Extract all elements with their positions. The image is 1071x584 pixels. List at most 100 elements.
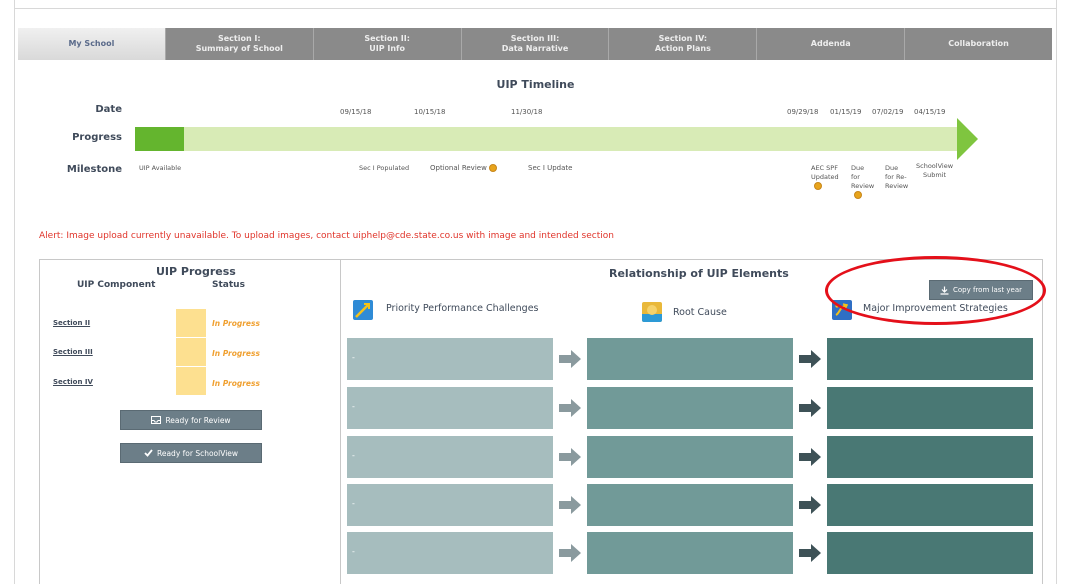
root-cause-cell[interactable] — [587, 338, 793, 380]
status-dot-icon — [854, 191, 862, 199]
progress-track — [135, 127, 957, 151]
tab-section-2[interactable]: Section II: UIP Info — [313, 28, 462, 60]
priority-challenges-icon — [353, 300, 373, 320]
tab-collaboration[interactable]: Collaboration — [905, 28, 1053, 60]
arrow-right-icon — [799, 496, 821, 514]
arrow-right-icon — [559, 496, 581, 514]
timeline-title: UIP Timeline — [496, 78, 575, 91]
timeline-date: 09/29/18 — [787, 108, 819, 116]
arrow-right-icon — [799, 544, 821, 562]
uip-progress-title: UIP Progress — [156, 265, 236, 278]
milestone-line: Updated — [811, 173, 839, 181]
arrow-right-icon — [799, 448, 821, 466]
milestone-line: for Re- — [885, 173, 907, 181]
progress-arrow-head — [957, 118, 978, 160]
milestone-schoolview: SchoolView Submit — [916, 162, 953, 180]
section-tabs: My School Section I: Summary of School Se… — [18, 28, 1053, 60]
relationship-panel: Relationship of UIP Elements Copy from l… — [340, 259, 1043, 584]
tab-section-3[interactable]: Section III: Data Narrative — [461, 28, 610, 60]
arrow-right-icon — [559, 350, 581, 368]
strategy-cell[interactable] — [827, 436, 1033, 478]
ready-for-review-button[interactable]: Ready for Review — [120, 410, 262, 430]
challenge-cell[interactable]: - — [347, 532, 553, 574]
ready-for-schoolview-button[interactable]: Ready for SchoolView — [120, 443, 262, 463]
status-indicator — [176, 309, 206, 337]
milestone-line: SchoolView — [916, 162, 954, 170]
section-4-link[interactable]: Section IV — [53, 378, 93, 386]
arrow-right-icon — [559, 399, 581, 417]
status-indicator — [176, 338, 206, 366]
milestone-line: Due — [885, 164, 899, 172]
section-2-link[interactable]: Section II — [53, 319, 90, 327]
tab-addenda[interactable]: Addenda — [757, 28, 906, 60]
strategy-cell[interactable] — [827, 532, 1033, 574]
major-strategies-header: Major Improvement Strategies — [863, 303, 1008, 314]
milestone-optional-review: Optional Review — [430, 164, 498, 173]
tab-section-4[interactable]: Section IV: Action Plans — [609, 28, 758, 60]
milestone-line: Review — [885, 182, 909, 190]
status-dot-icon — [489, 164, 498, 172]
milestone-due-rereview: Due for Re- Review — [885, 164, 908, 191]
tab-label: Addenda — [810, 39, 851, 48]
progress-fill — [135, 127, 185, 151]
strategy-cell[interactable] — [827, 387, 1033, 429]
date-row-label: Date — [95, 104, 122, 115]
milestone-line: for — [851, 173, 860, 181]
root-cause-cell[interactable] — [587, 387, 793, 429]
uip-progress-panel: UIP Progress UIP Component Status Sectio… — [39, 259, 341, 584]
priority-challenges-header: Priority Performance Challenges — [386, 303, 539, 314]
timeline-date: 01/15/19 — [830, 108, 862, 116]
timeline-date: 09/15/18 — [340, 108, 372, 116]
major-strategies-icon — [832, 300, 852, 320]
status-dot-icon — [814, 182, 822, 190]
tab-my-school[interactable]: My School — [18, 28, 166, 60]
tab-label: Section II: — [364, 34, 410, 43]
strategy-cell[interactable] — [827, 484, 1033, 526]
strategy-cell[interactable] — [827, 338, 1033, 380]
timeline-date: 10/15/18 — [414, 108, 446, 116]
root-cause-cell[interactable] — [587, 436, 793, 478]
button-label: Ready for SchoolView — [156, 448, 239, 458]
section-3-link[interactable]: Section III — [53, 348, 93, 356]
challenge-cell[interactable]: - — [347, 436, 553, 478]
milestone-due-review: Due for Review — [851, 164, 874, 200]
root-cause-cell[interactable] — [587, 484, 793, 526]
tab-sublabel: Data Narrative — [501, 44, 569, 53]
tab-section-1[interactable]: Section I: Summary of School — [165, 28, 314, 60]
inbox-icon — [151, 416, 162, 424]
check-icon — [144, 449, 153, 457]
button-label: Copy from last year — [953, 286, 1022, 294]
root-cause-cell[interactable] — [587, 532, 793, 574]
status-header: Status — [212, 280, 245, 290]
uip-component-header: UIP Component — [77, 280, 156, 290]
arrow-right-icon — [799, 399, 821, 417]
milestone-sec1-populated: Sec I Populated — [359, 164, 410, 172]
arrow-right-icon — [559, 448, 581, 466]
tab-sublabel: Action Plans — [654, 44, 711, 53]
tab-label: Section III: — [510, 34, 560, 43]
section-3-status: In Progress — [212, 349, 260, 358]
timeline-date: 11/30/18 — [511, 108, 543, 116]
tab-label: My School — [68, 39, 115, 48]
challenge-cell[interactable]: - — [347, 484, 553, 526]
relationship-title: Relationship of UIP Elements — [609, 267, 789, 280]
arrow-right-icon — [559, 544, 581, 562]
status-indicator — [176, 367, 206, 395]
progress-row-label: Progress — [72, 132, 122, 143]
download-icon — [940, 286, 949, 295]
challenge-cell[interactable]: - — [347, 338, 553, 380]
section-2-status: In Progress — [212, 319, 260, 328]
root-cause-header: Root Cause — [673, 307, 727, 318]
tab-label: Section I: — [217, 34, 261, 43]
tab-label: Collaboration — [948, 39, 1009, 48]
copy-from-last-year-button[interactable]: Copy from last year — [929, 280, 1033, 300]
milestone-line: Due — [851, 164, 865, 172]
milestone-uip-available: UIP Available — [139, 164, 182, 172]
frame-border-top — [14, 8, 1057, 9]
tab-label: Section IV: — [658, 34, 708, 43]
button-label: Ready for Review — [165, 415, 231, 425]
milestone-label: Optional Review — [430, 164, 487, 172]
section-4-status: In Progress — [212, 379, 260, 388]
milestone-line: AEC SPF — [811, 164, 838, 172]
challenge-cell[interactable]: - — [347, 387, 553, 429]
